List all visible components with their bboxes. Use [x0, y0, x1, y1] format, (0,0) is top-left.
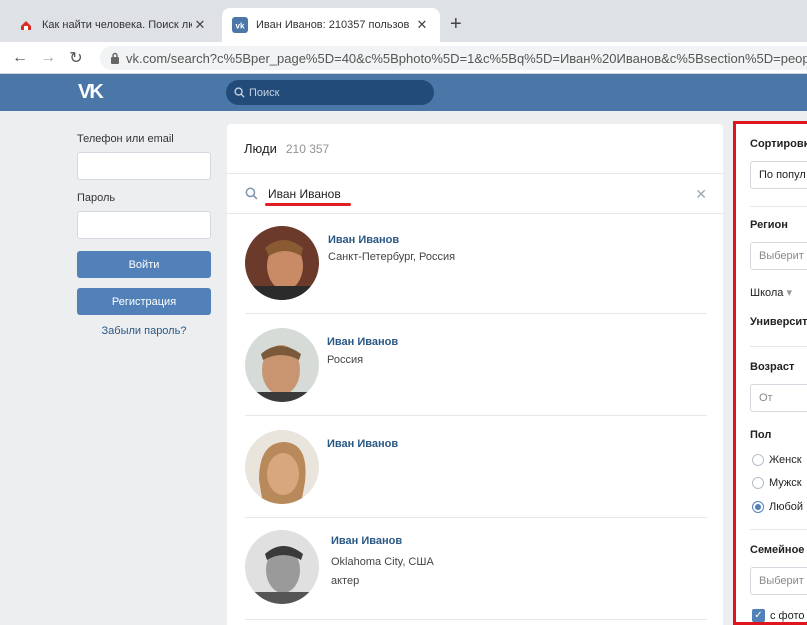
- sex-label: Пол: [750, 429, 772, 441]
- radio-icon: [752, 454, 764, 466]
- checkbox-label: с фото: [770, 609, 805, 622]
- divider: [750, 529, 807, 530]
- login-button[interactable]: Войти: [77, 251, 211, 278]
- register-button[interactable]: Регистрация: [77, 288, 211, 315]
- avatar[interactable]: [245, 530, 319, 604]
- avatar[interactable]: [245, 226, 319, 300]
- person-name-link[interactable]: Иван Иванов: [327, 438, 398, 450]
- search-icon: [234, 87, 245, 98]
- tab-title: Как найти человека. Поиск люд: [42, 19, 192, 31]
- new-tab-icon[interactable]: +: [450, 14, 462, 34]
- school-label: Школа: [750, 287, 784, 299]
- search-query[interactable]: Иван Иванов: [268, 187, 341, 201]
- radio-label: Любой: [769, 501, 804, 513]
- phone-label: Телефон или email: [77, 133, 174, 145]
- vk-favicon-icon: vk: [232, 17, 248, 33]
- age-label: Возраст: [750, 361, 795, 373]
- radio-icon: [752, 477, 764, 489]
- person-name-link[interactable]: Иван Иванов: [331, 535, 402, 547]
- divider: [750, 206, 807, 207]
- sort-dropdown[interactable]: По попул: [750, 161, 807, 189]
- url-text: vk.com/search?c%5Bper_page%5D=40&c%5Bpho…: [126, 50, 807, 66]
- checkmark-icon: ✓: [752, 609, 765, 622]
- region-dropdown[interactable]: Выберит: [750, 242, 807, 270]
- browser-tab-bar: Как найти человека. Поиск люд ✕ vk Иван …: [0, 0, 807, 42]
- university-label[interactable]: Университ: [750, 316, 807, 328]
- results-header: Люди 210 357: [227, 124, 723, 174]
- sex-radio-male[interactable]: Мужск: [752, 477, 802, 489]
- person-location: Oklahoma City, США: [331, 556, 434, 568]
- clear-search-icon[interactable]: ✕: [695, 186, 707, 203]
- forward-arrow-icon[interactable]: →: [34, 49, 62, 67]
- avatar[interactable]: [245, 430, 319, 504]
- lock-icon: [110, 52, 120, 64]
- close-tab-icon[interactable]: ✕: [192, 17, 208, 33]
- red-underline-highlight: [265, 203, 351, 206]
- school-toggle[interactable]: Школа ▾: [750, 286, 792, 299]
- family-status-label: Семейное: [750, 544, 805, 556]
- region-label: Регион: [750, 219, 788, 231]
- site-favicon-icon: [18, 17, 34, 33]
- person-location: Санкт-Петербург, Россия: [328, 251, 456, 263]
- browser-tab-howto[interactable]: Как найти человека. Поиск люд ✕: [8, 8, 218, 42]
- results-title: Люди: [244, 141, 277, 156]
- radio-label: Женск: [769, 454, 802, 466]
- radio-label: Мужск: [769, 477, 802, 489]
- login-form: Телефон или email Пароль Войти Регистрац…: [77, 133, 213, 337]
- person-result[interactable]: Иван Иванов: [245, 418, 707, 518]
- avatar[interactable]: [245, 328, 319, 402]
- password-label: Пароль: [77, 192, 116, 204]
- person-result[interactable]: Иван Иванов Россия: [245, 316, 707, 416]
- url-field[interactable]: vk.com/search?c%5Bper_page%5D=40&c%5Bpho…: [100, 46, 807, 70]
- sex-radio-any[interactable]: Любой: [752, 501, 803, 513]
- phone-input[interactable]: [77, 152, 211, 180]
- person-result[interactable]: Иван Иванов Санкт-Петербург, Россия: [245, 214, 707, 314]
- header-search-input[interactable]: Поиск: [226, 80, 434, 105]
- sex-radio-female[interactable]: Женск: [752, 454, 802, 466]
- svg-text:vk: vk: [236, 22, 245, 31]
- results-count: 210 357: [285, 141, 330, 156]
- divider: [750, 346, 807, 347]
- chevron-down-icon: ▾: [786, 287, 793, 299]
- password-input[interactable]: [77, 211, 211, 239]
- vk-logo[interactable]: VK: [78, 81, 110, 103]
- person-name-link[interactable]: Иван Иванов: [328, 234, 399, 246]
- person-location: Россия: [327, 354, 364, 366]
- reload-icon[interactable]: ↻: [62, 48, 90, 68]
- radio-selected-icon: [752, 501, 764, 513]
- person-result[interactable]: Иван Иванов Oklahoma City, США актер: [245, 520, 707, 620]
- person-name-link[interactable]: Иван Иванов: [327, 336, 398, 348]
- people-search-field[interactable]: Иван Иванов ✕: [227, 174, 723, 214]
- address-bar-row: ← → ↻ vk.com/search?c%5Bper_page%5D=40&c…: [0, 42, 807, 74]
- close-tab-icon[interactable]: ✕: [414, 17, 430, 33]
- vk-header: VK Поиск: [0, 74, 807, 111]
- search-results-panel: Люди 210 357 Иван Иванов ✕ Иван Иванов С…: [227, 124, 723, 625]
- family-status-dropdown[interactable]: Выберит: [750, 567, 807, 595]
- person-occupation: актер: [331, 575, 360, 587]
- browser-tab-vk[interactable]: vk Иван Иванов: 210357 пользов ✕: [222, 8, 440, 42]
- search-filters-panel: Сортировк По попул Регион Выберит Школа …: [733, 121, 807, 625]
- age-from-dropdown[interactable]: От: [750, 384, 807, 412]
- sort-label: Сортировк: [750, 138, 807, 150]
- with-photo-checkbox[interactable]: ✓ с фото: [752, 609, 805, 622]
- forgot-password-link[interactable]: Забыли пароль?: [77, 325, 211, 337]
- search-placeholder: Поиск: [249, 86, 280, 99]
- search-icon: [245, 187, 258, 200]
- back-arrow-icon[interactable]: ←: [6, 49, 34, 67]
- tab-title: Иван Иванов: 210357 пользов: [256, 19, 410, 31]
